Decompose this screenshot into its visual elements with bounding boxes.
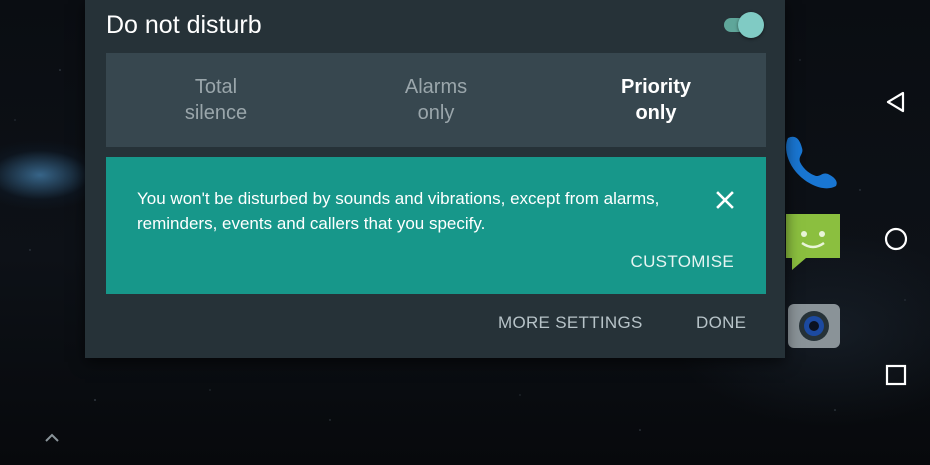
phone-icon[interactable] [782, 130, 842, 195]
priority-info-card: You won't be disturbed by sounds and vib… [106, 157, 766, 294]
close-icon[interactable] [710, 185, 740, 215]
mode-label: Total silence [184, 76, 248, 124]
mode-priority-only[interactable]: Priority only [546, 53, 766, 147]
more-settings-button[interactable]: MORE SETTINGS [498, 313, 643, 333]
done-button[interactable]: DONE [696, 313, 746, 333]
do-not-disturb-dialog: Do not disturb Total silence Alarms only… [85, 0, 785, 358]
messaging-icon[interactable] [784, 210, 844, 277]
dialog-actions: MORE SETTINGS DONE [85, 300, 785, 345]
chevron-up-icon[interactable] [40, 428, 64, 448]
mode-alarms-only[interactable]: Alarms only [326, 53, 546, 147]
customise-button[interactable]: CUSTOMISE [631, 252, 734, 272]
dialog-header: Do not disturb [106, 10, 766, 40]
mode-label: Alarms only [404, 76, 468, 124]
home-circle-icon[interactable] [876, 219, 916, 259]
back-triangle-icon[interactable] [876, 82, 916, 122]
recents-square-icon[interactable] [876, 355, 916, 395]
camera-icon[interactable] [786, 302, 842, 355]
mode-total-silence[interactable]: Total silence [106, 53, 326, 147]
mode-selector: Total silence Alarms only Priority only [106, 53, 766, 147]
navigation-bar [862, 0, 930, 465]
dialog-title: Do not disturb [106, 11, 262, 39]
mode-label: Priority only [620, 76, 692, 124]
do-not-disturb-toggle[interactable] [720, 12, 764, 38]
info-text: You won't be disturbed by sounds and vib… [137, 189, 660, 233]
toggle-thumb [738, 12, 764, 38]
